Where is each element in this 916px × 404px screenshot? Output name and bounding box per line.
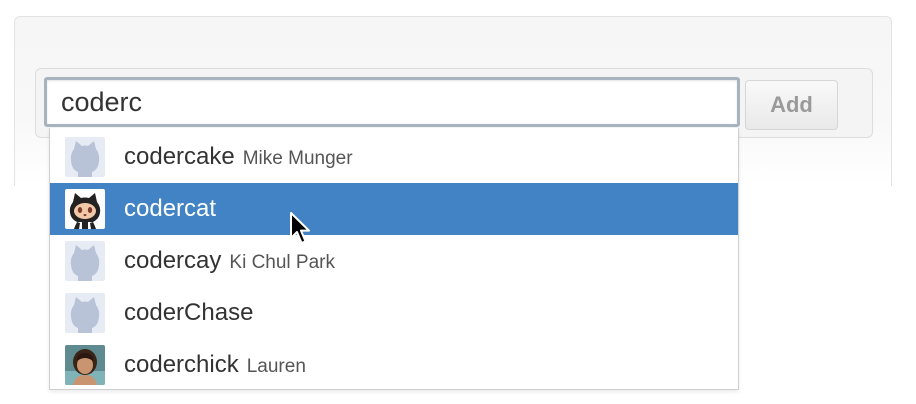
suggestion-username: coderchick bbox=[124, 351, 239, 378]
suggestion-item-coderchase[interactable]: coderChase bbox=[50, 287, 738, 339]
suggestion-label: codercat bbox=[124, 195, 224, 225]
suggestion-username: codercake bbox=[124, 143, 235, 170]
suggestion-item-codercay[interactable]: codercay Ki Chul Park bbox=[50, 235, 738, 287]
suggestion-username: coderChase bbox=[124, 299, 254, 326]
add-button[interactable]: Add bbox=[745, 80, 838, 130]
suggestion-item-codercat[interactable]: codercat bbox=[50, 183, 738, 235]
suggestion-label: coderChase bbox=[124, 299, 261, 329]
suggestion-item-coderchick[interactable]: coderchick Lauren bbox=[50, 339, 738, 391]
default-octocat-avatar bbox=[65, 241, 105, 281]
username-search-input[interactable] bbox=[44, 77, 740, 127]
default-octocat-avatar bbox=[65, 137, 105, 177]
suggestion-fullname: Ki Chul Park bbox=[229, 252, 335, 273]
suggestion-fullname: Mike Munger bbox=[242, 148, 353, 169]
octocat-avatar bbox=[65, 189, 105, 229]
suggestion-item-codercake[interactable]: codercake Mike Munger bbox=[50, 131, 738, 183]
suggestion-username: codercay bbox=[124, 247, 222, 274]
suggestion-fullname: Lauren bbox=[246, 356, 306, 377]
suggestion-label: coderchick Lauren bbox=[124, 351, 306, 381]
suggestion-username: codercat bbox=[124, 195, 217, 222]
photo-avatar bbox=[65, 345, 105, 385]
autocomplete-suggestions: codercake Mike Munger codercat codercay … bbox=[49, 128, 739, 390]
default-octocat-avatar bbox=[65, 293, 105, 333]
suggestion-label: codercake Mike Munger bbox=[124, 143, 353, 173]
suggestion-label: codercay Ki Chul Park bbox=[124, 247, 335, 277]
